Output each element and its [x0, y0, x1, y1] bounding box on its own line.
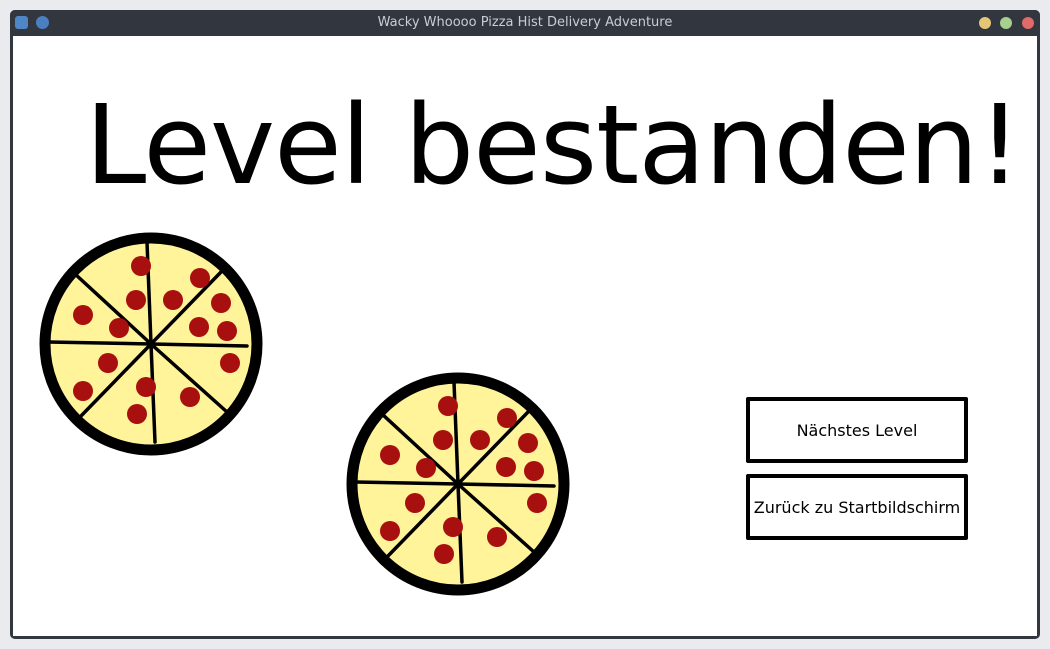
title-bar[interactable]: Wacky Whoooo Pizza Hist Delivery Adventu…: [10, 10, 1040, 36]
maximize-icon[interactable]: [1000, 17, 1012, 29]
game-canvas: Level bestanden! Nächstes Level Zurück z…: [13, 36, 1037, 636]
pizza-icon: [346, 372, 570, 596]
app-window: Wacky Whoooo Pizza Hist Delivery Adventu…: [10, 10, 1040, 639]
window-title: Wacky Whoooo Pizza Hist Delivery Adventu…: [377, 15, 673, 30]
next-level-button[interactable]: Nächstes Level: [746, 397, 968, 463]
level-complete-heading: Level bestanden!: [85, 81, 1022, 209]
pizza-icon: [39, 232, 263, 456]
close-icon[interactable]: [1022, 17, 1034, 29]
back-to-start-button[interactable]: Zurück zu Startbildschirm: [746, 474, 968, 540]
minimize-icon[interactable]: [979, 17, 991, 29]
